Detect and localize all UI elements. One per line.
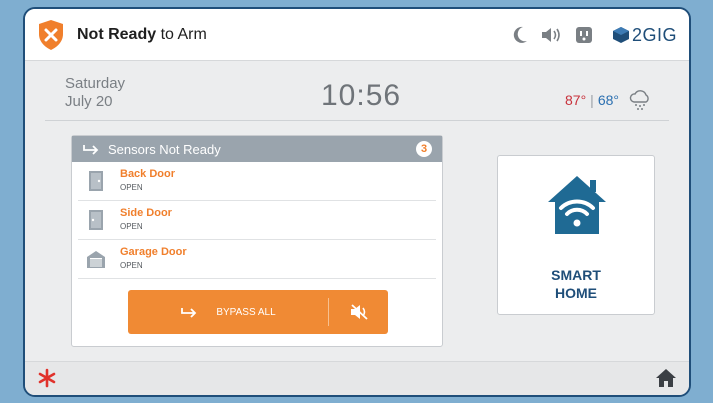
volume-icon[interactable] (538, 23, 566, 47)
status-bar: Not Ready to Arm 2GIG (25, 9, 689, 61)
sensor-name: Garage Door (120, 246, 187, 258)
sensor-row-garage-door[interactable]: Garage Door OPEN (78, 240, 436, 279)
bypass-all-button[interactable]: BYPASS ALL (128, 290, 328, 334)
smart-home-tile[interactable]: SMART HOME (497, 155, 655, 315)
sensors-card-header[interactable]: Sensors Not Ready 3 (72, 136, 442, 162)
arm-status-title[interactable]: Not Ready to Arm (77, 26, 207, 44)
header-divider (45, 120, 669, 121)
outlet-icon[interactable] (570, 23, 598, 47)
bottom-bar (25, 361, 689, 395)
arm-status-rest: to Arm (156, 26, 207, 43)
weekday-label: Saturday (65, 75, 126, 92)
brand-name: 2GIG (631, 24, 677, 45)
bypass-arrow-icon (181, 308, 197, 318)
brand-logo: 2GIG (612, 25, 677, 46)
sensor-state: OPEN (120, 261, 143, 270)
sensor-state: OPEN (120, 183, 143, 192)
brand-mark-icon (612, 27, 629, 43)
weather-summary[interactable]: 87° | 68° (565, 89, 651, 111)
door-icon (89, 171, 103, 191)
sensor-name: Side Door (120, 207, 172, 219)
night-mode-icon[interactable] (506, 23, 534, 47)
sensor-count-badge: 3 (416, 141, 432, 157)
emergency-asterisk-icon[interactable] (37, 368, 57, 388)
clock-time: 10:56 (321, 79, 402, 112)
mute-icon (350, 304, 368, 320)
home-icon[interactable] (655, 368, 677, 388)
bypass-all-label: BYPASS ALL (216, 306, 276, 318)
smart-home-wifi-icon (548, 176, 606, 234)
temp-separator: | (590, 92, 594, 108)
garage-icon (87, 251, 105, 268)
temp-high: 87° (565, 92, 587, 108)
panel-screen: Not Ready to Arm 2GIG Saturday July 20 1… (23, 7, 691, 397)
top-icon-group: 2GIG (502, 23, 677, 47)
smart-home-label-line2: HOME (555, 285, 597, 301)
smart-home-label-line1: SMART (551, 267, 601, 283)
bypass-all-button-group: BYPASS ALL (128, 290, 388, 334)
temp-low: 68° (597, 92, 619, 108)
date-label: July 20 (65, 93, 113, 110)
snow-cloud-icon (629, 90, 649, 110)
sensor-row-back-door[interactable]: Back Door OPEN (78, 162, 436, 201)
door-icon (89, 210, 103, 230)
sensor-row-side-door[interactable]: Side Door OPEN (78, 201, 436, 240)
mute-button[interactable] (329, 290, 388, 334)
sensors-card-title: Sensors Not Ready (108, 141, 221, 157)
bypass-arrow-icon (83, 145, 99, 155)
sensor-name: Back Door (120, 168, 176, 180)
arm-status-bold: Not Ready (77, 26, 157, 43)
sensors-not-ready-card: Sensors Not Ready 3 Back Door OPEN Side … (71, 135, 443, 347)
alert-shield-icon[interactable] (37, 19, 65, 51)
sensor-state: OPEN (120, 222, 143, 231)
